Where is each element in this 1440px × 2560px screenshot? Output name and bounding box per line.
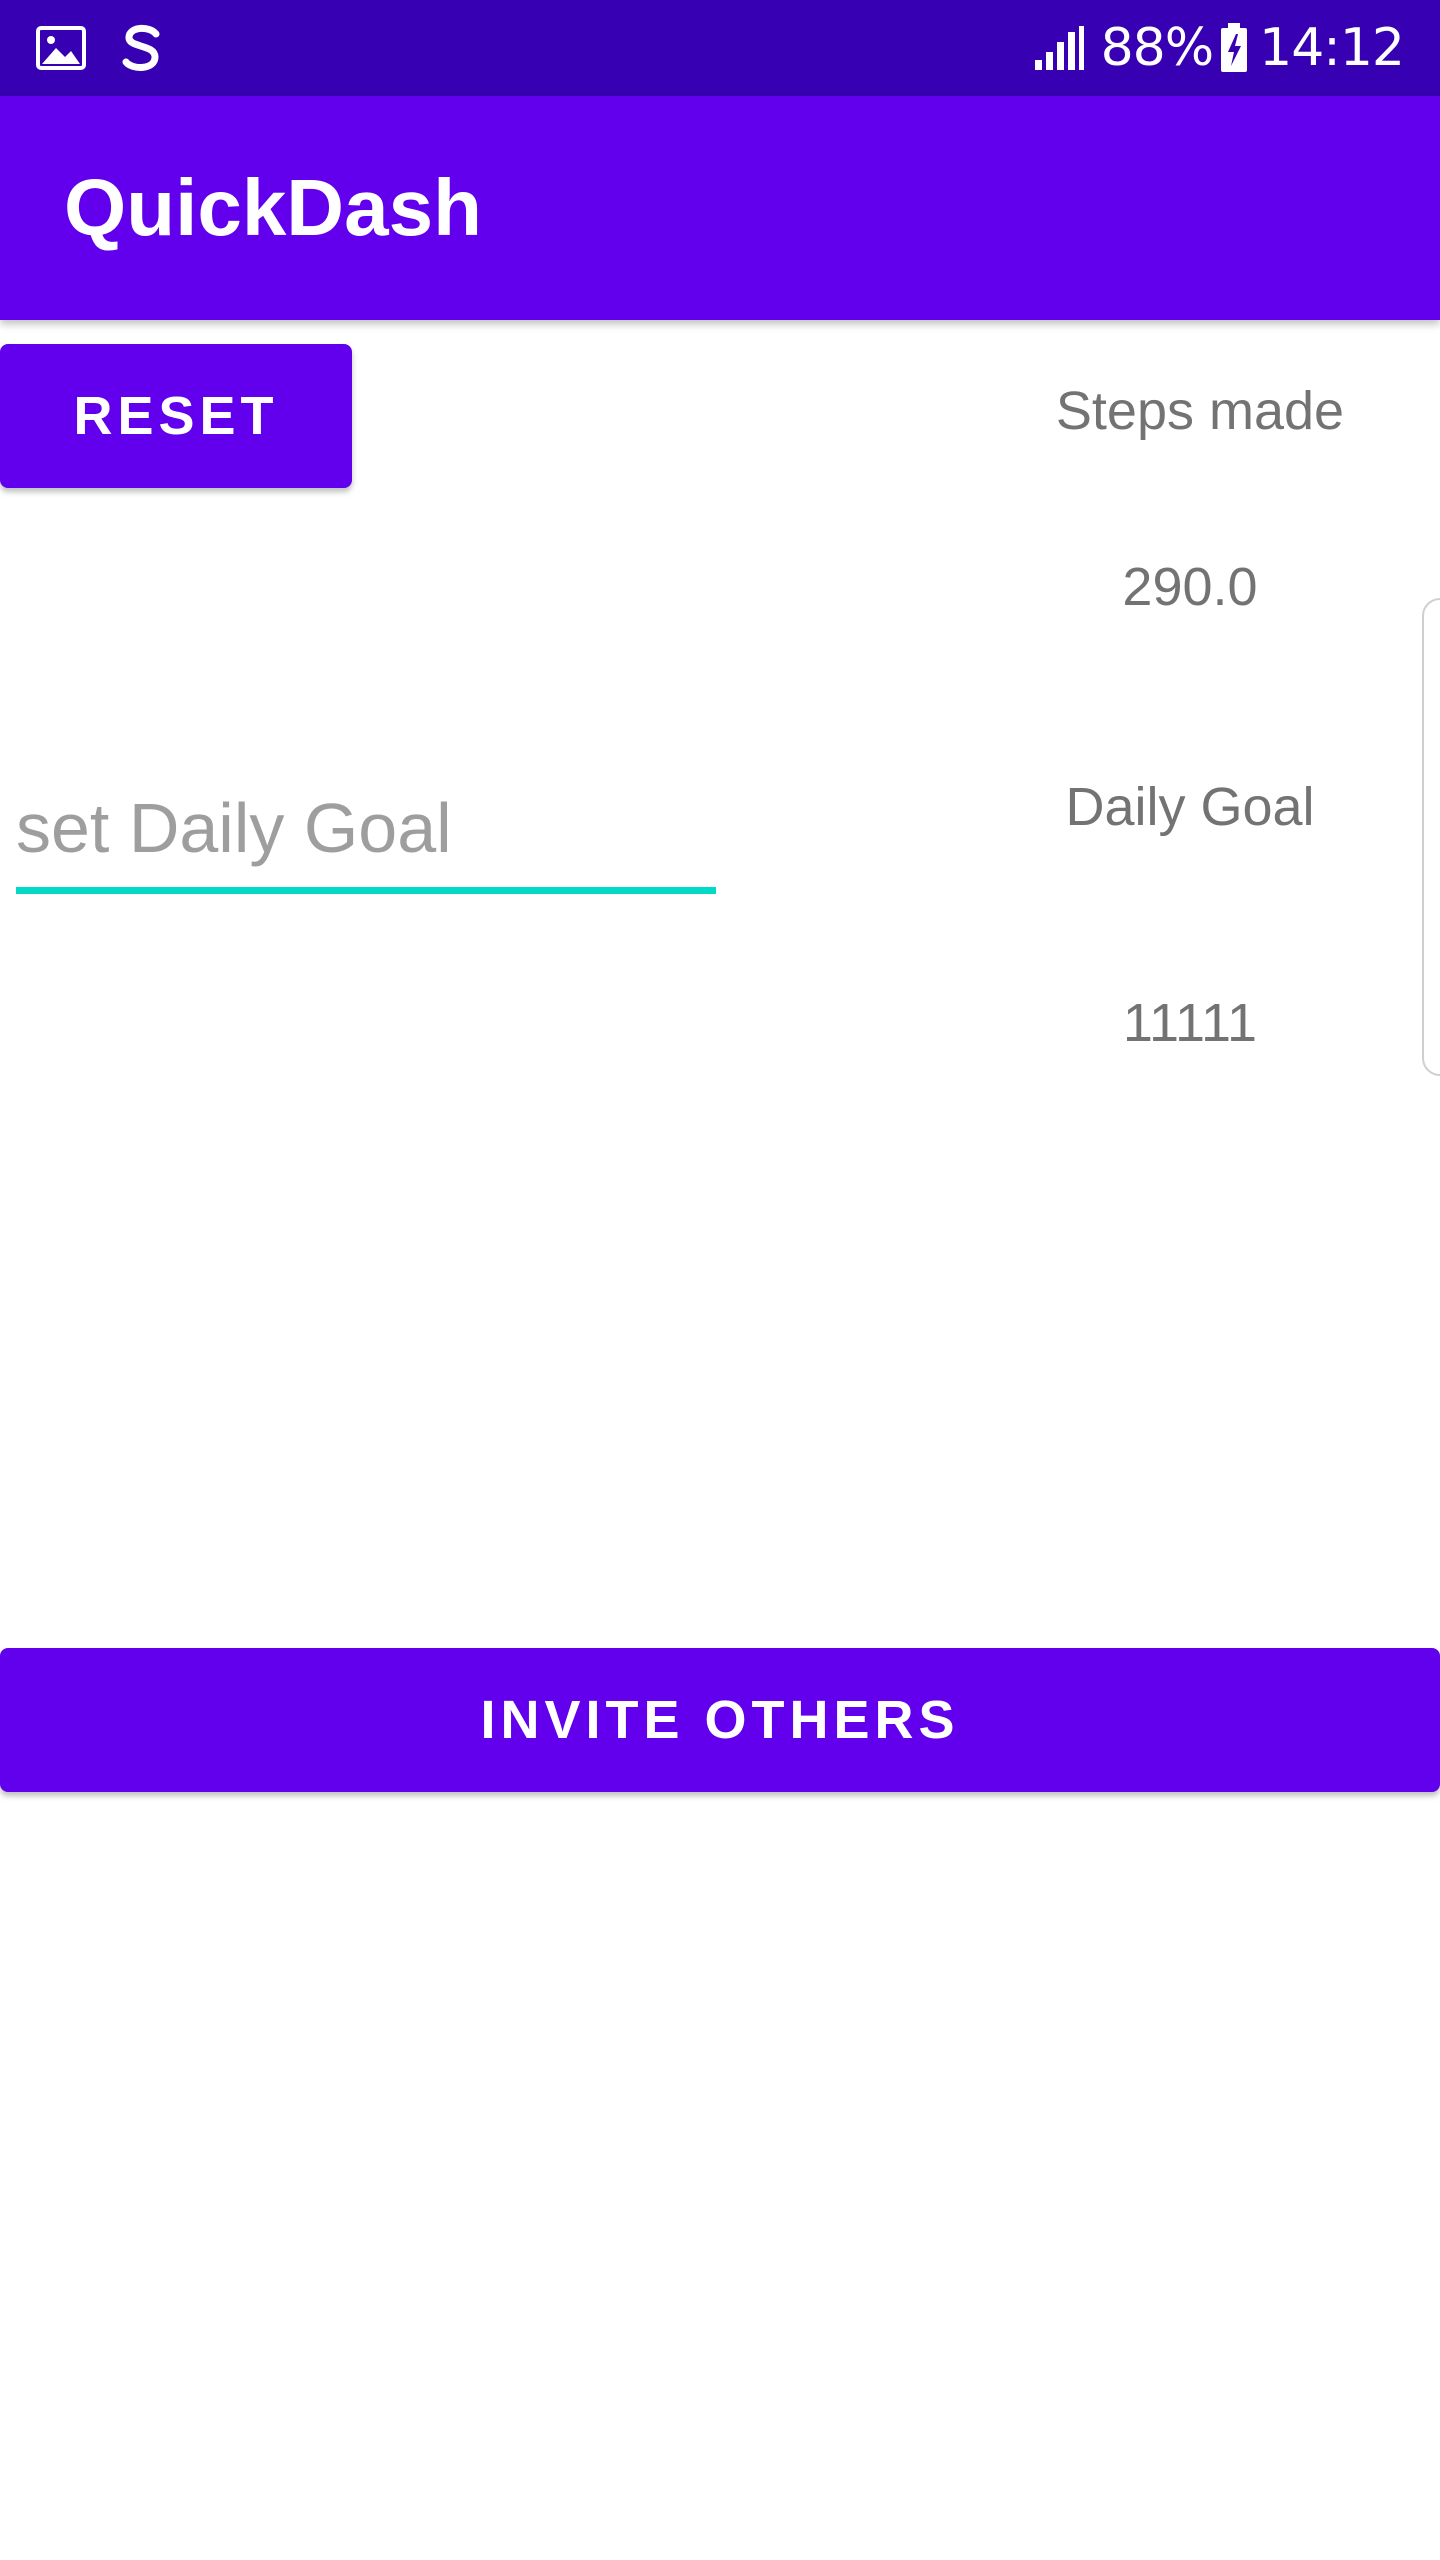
daily-goal-label: Daily Goal [1065, 777, 1315, 837]
daily-goal-value: 11111 [1122, 993, 1258, 1053]
invite-others-button[interactable]: INVITE OTHERS [0, 1648, 1440, 1792]
battery-charging-icon [1219, 22, 1249, 74]
edge-panel-handle[interactable] [1422, 598, 1440, 1076]
input-underline [16, 887, 716, 894]
status-right: 88% 14:12 [1033, 0, 1405, 96]
clock: 14:12 [1259, 18, 1405, 78]
status-left [36, 0, 198, 96]
app-bar: QuickDash [0, 96, 1440, 320]
status-bar: 88% 14:12 [0, 0, 1440, 96]
daily-goal-input[interactable] [16, 770, 716, 886]
reset-button[interactable]: RESET [0, 344, 352, 488]
battery-percent: 88% [1100, 18, 1215, 78]
steps-made-value: 290.0 [1122, 557, 1258, 617]
signal-icon [1033, 24, 1085, 72]
s-app-icon [120, 22, 164, 74]
steps-made-label: Steps made [1055, 381, 1345, 441]
gallery-icon [36, 26, 86, 70]
screen: 88% 14:12 QuickDash RESET Steps made 290… [0, 0, 1440, 2560]
daily-goal-field [16, 770, 716, 894]
app-title: QuickDash [64, 163, 482, 252]
